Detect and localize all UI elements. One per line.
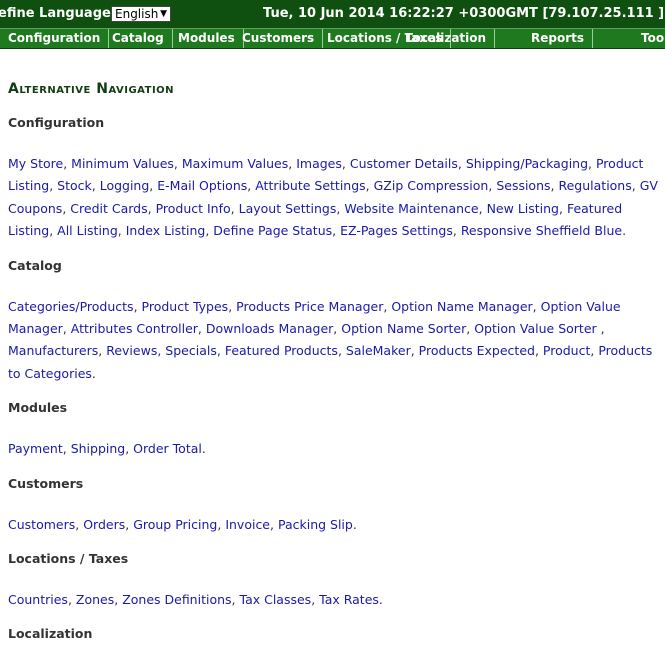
nav-link[interactable]: Products Price Manager xyxy=(236,299,383,314)
nav-link[interactable]: Customers xyxy=(8,517,75,532)
nav-link[interactable]: Minimum Values xyxy=(71,156,174,171)
nav-link[interactable]: Group Pricing xyxy=(133,517,217,532)
nav-link[interactable]: Product Types xyxy=(142,299,229,314)
nav-link[interactable]: Product xyxy=(543,343,590,358)
top-header-bar: efine Language: English ▼ Tue, 10 Jun 20… xyxy=(0,0,665,28)
nav-link[interactable]: Logging xyxy=(100,178,150,193)
nav-link[interactable]: Zones Definitions xyxy=(122,592,231,607)
language-label: efine Language: xyxy=(0,6,117,21)
nav-item-configuration[interactable]: Configuration xyxy=(0,29,110,48)
section-links: Countries, Zones, Zones Definitions, Tax… xyxy=(8,592,383,608)
nav-link[interactable]: Layout Settings xyxy=(239,201,337,216)
nav-item-localization[interactable]: Localization xyxy=(397,29,496,48)
nav-link[interactable]: My Store xyxy=(8,156,63,171)
nav-link[interactable]: Index Listing xyxy=(126,223,206,238)
nav-link[interactable]: Shipping/Packaging xyxy=(466,156,588,171)
nav-link[interactable]: Regulations xyxy=(558,178,631,193)
nav-link[interactable]: Zones xyxy=(76,592,114,607)
nav-item-tools[interactable]: Tools xyxy=(633,29,665,48)
sections-container: Configuration My Store, Minimum Values, M… xyxy=(8,115,658,642)
nav-link[interactable]: Sessions xyxy=(496,178,550,193)
nav-link[interactable]: E-Mail Options xyxy=(157,178,247,193)
section-heading: Locations / Taxes xyxy=(8,551,129,567)
nav-link[interactable]: Define Page Status xyxy=(213,223,332,238)
nav-link[interactable]: Customer Details xyxy=(350,156,458,171)
nav-link[interactable]: Option Name Sorter xyxy=(341,321,466,336)
server-datetime: Tue, 10 Jun 2014 16:22:27 +0300GMT [79.1… xyxy=(263,6,665,21)
nav-link[interactable]: Tax Rates xyxy=(319,592,379,607)
nav-link[interactable]: Manufacturers xyxy=(8,343,98,358)
nav-link[interactable]: Featured Products xyxy=(225,343,338,358)
nav-link[interactable]: EZ-Pages Settings xyxy=(340,223,453,238)
section-links: My Store, Minimum Values, Maximum Values… xyxy=(8,156,658,239)
nav-link[interactable]: Product Info xyxy=(156,201,231,216)
nav-item-modules[interactable]: Modules xyxy=(170,29,244,48)
nav-link[interactable]: Reviews xyxy=(106,343,157,358)
section-links: Customers, Orders, Group Pricing, Invoic… xyxy=(8,516,357,532)
nav-link[interactable]: Orders xyxy=(83,517,125,532)
nav-link[interactable]: Countries xyxy=(8,592,68,607)
nav-link[interactable]: Images xyxy=(296,156,342,171)
nav-link[interactable]: Shipping xyxy=(71,441,126,456)
nav-link[interactable]: Order Total xyxy=(133,441,202,456)
nav-item-customers[interactable]: Customers xyxy=(234,29,324,48)
nav-link[interactable]: Payment xyxy=(8,441,63,456)
nav-link[interactable]: Maximum Values xyxy=(182,156,288,171)
nav-link[interactable]: Tax Classes xyxy=(240,592,312,607)
nav-link[interactable]: Packing Slip xyxy=(278,517,353,532)
section-heading: Modules xyxy=(8,400,68,416)
language-select-value: English xyxy=(115,7,159,21)
nav-link[interactable]: Credit Cards xyxy=(70,201,147,216)
nav-link[interactable]: Option Name Manager xyxy=(391,299,532,314)
section-heading: Localization xyxy=(8,626,93,642)
section-heading: Configuration xyxy=(8,115,105,130)
page-title: Alternative Navigation xyxy=(8,81,175,97)
nav-link[interactable]: Invoice xyxy=(225,517,270,532)
nav-link[interactable]: GZip Compression xyxy=(374,178,489,193)
nav-item-catalog[interactable]: Catalog xyxy=(104,29,173,48)
nav-link[interactable]: Stock xyxy=(57,178,92,193)
nav-link[interactable]: Attribute Settings xyxy=(255,178,365,193)
main-nav-bar: Configuration Catalog Modules Customers Loca… xyxy=(0,28,665,49)
nav-link[interactable]: Categories/Products xyxy=(8,299,134,314)
nav-link[interactable]: Products Expected xyxy=(419,343,535,358)
nav-link[interactable]: Option Value Sorter xyxy=(474,321,600,336)
language-select[interactable]: English ▼ xyxy=(111,6,171,22)
section-links: Payment, Shipping, Order Total. xyxy=(8,441,206,457)
nav-link[interactable]: All Listing xyxy=(57,223,118,238)
section-links: Categories/Products, Product Types, Prod… xyxy=(8,298,653,381)
nav-link[interactable]: Responsive Sheffield Blue xyxy=(461,223,622,238)
main-content: Alternative Navigation Configuration My S… xyxy=(8,80,658,664)
nav-link[interactable]: Attributes Controller xyxy=(71,321,198,336)
nav-link[interactable]: Downloads Manager xyxy=(206,321,333,336)
nav-link[interactable]: SaleMaker xyxy=(346,343,411,358)
nav-link[interactable]: Website Maintenance xyxy=(344,201,478,216)
nav-link[interactable]: New Listing xyxy=(487,201,559,216)
section-heading: Customers xyxy=(8,475,84,491)
nav-link[interactable]: Specials xyxy=(165,343,217,358)
section-heading: Catalog xyxy=(8,257,62,273)
nav-item-reports[interactable]: Reports xyxy=(523,29,594,48)
dropdown-arrow-icon: ▼ xyxy=(160,9,167,19)
